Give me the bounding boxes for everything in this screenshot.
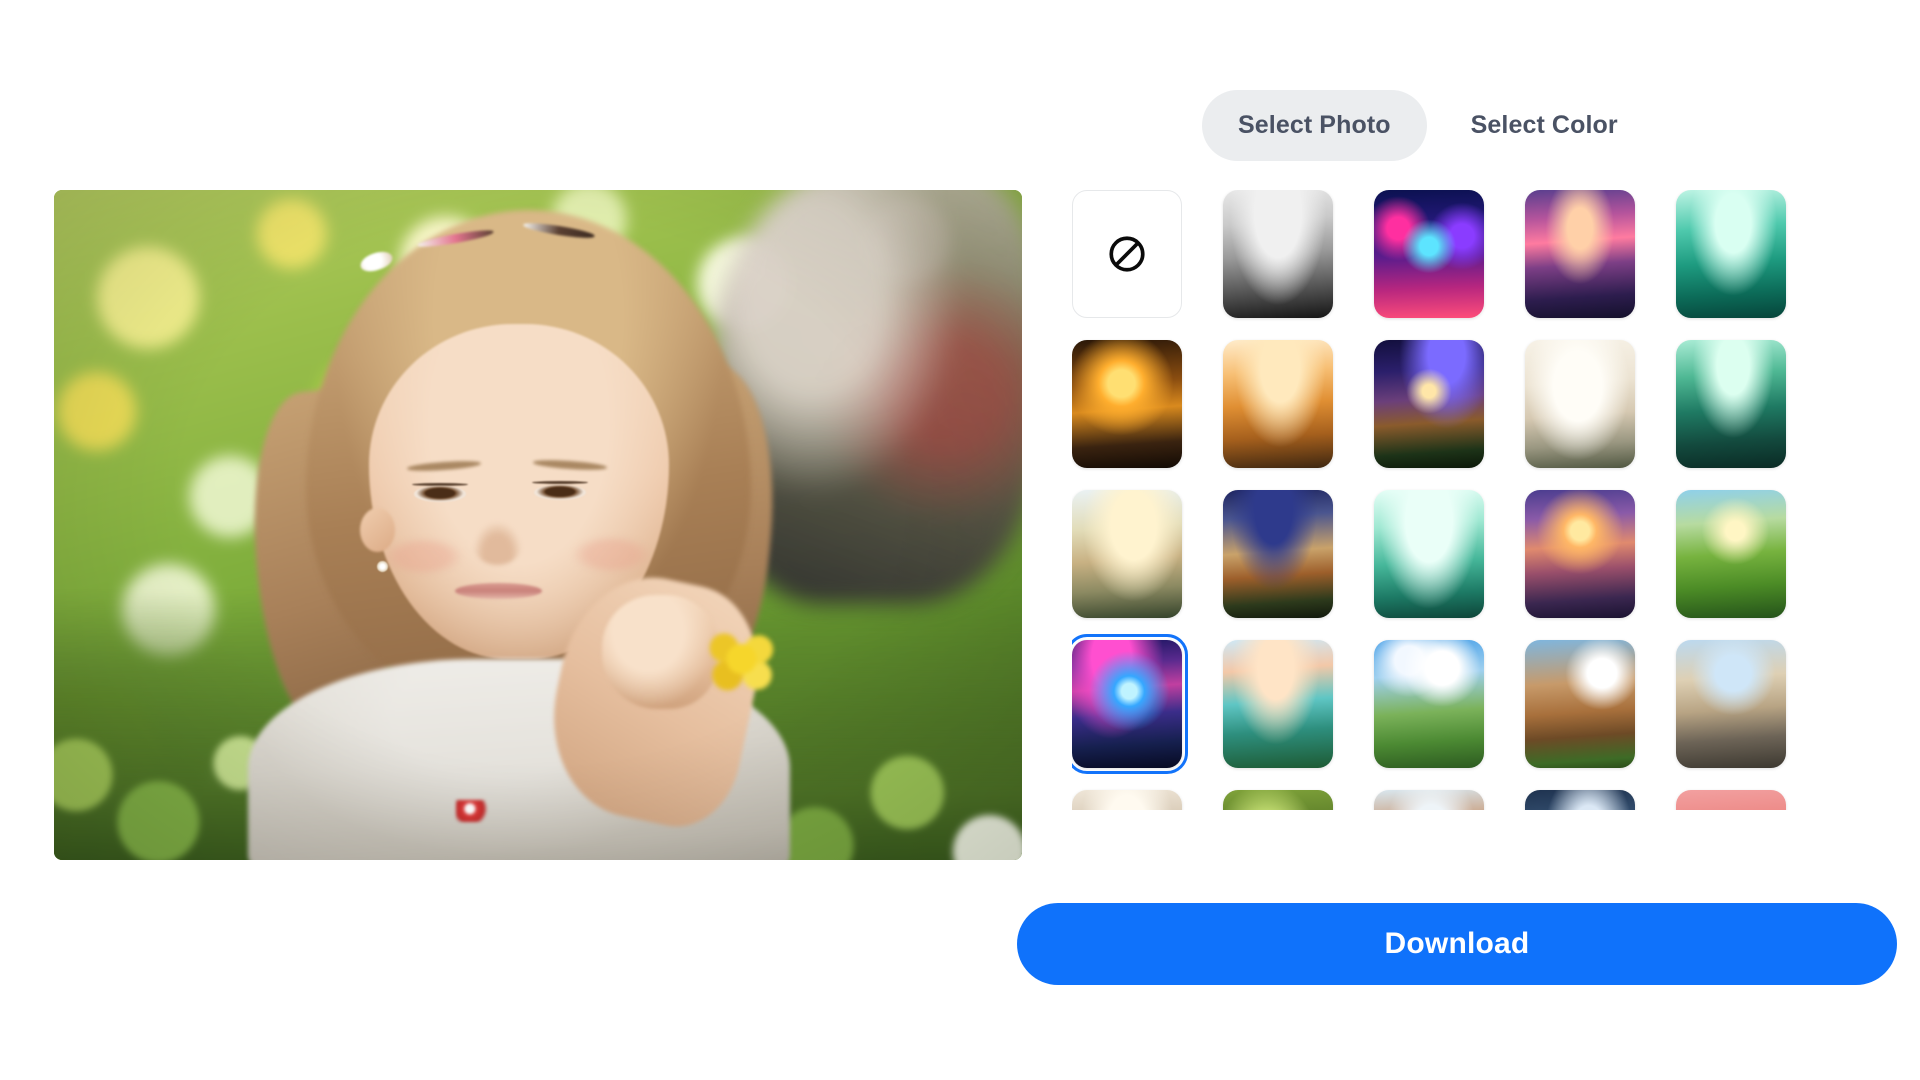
thumbnail-t12[interactable] — [1374, 490, 1484, 618]
download-row: Download — [1017, 903, 1897, 985]
thumbnail-grid — [1072, 190, 1820, 810]
thumbnail-t24[interactable] — [1676, 790, 1786, 810]
thumbnail-t11[interactable] — [1223, 490, 1333, 618]
thumbnail-t19[interactable] — [1676, 640, 1786, 768]
nose — [473, 521, 522, 565]
yellow-flower — [697, 618, 785, 700]
picker-tabs: Select Photo Select Color — [1072, 89, 1820, 161]
eye-left — [414, 486, 467, 502]
thumbnail-t07[interactable] — [1374, 340, 1484, 468]
no-entry-icon — [1109, 236, 1145, 272]
thumbnail-t02[interactable] — [1374, 190, 1484, 318]
thumbnail-t03[interactable] — [1525, 190, 1635, 318]
thumbnail-t14[interactable] — [1676, 490, 1786, 618]
background-picker-panel: Select Photo Select Color — [1072, 89, 1820, 1010]
thumbnail-t06[interactable] — [1223, 340, 1333, 468]
thumbnail-t13[interactable] — [1525, 490, 1635, 618]
thumbnail-t18[interactable] — [1525, 640, 1635, 768]
thumbnail-scroll-area[interactable] — [1072, 190, 1820, 810]
tab-select-photo[interactable]: Select Photo — [1202, 89, 1427, 161]
thumbnail-t04[interactable] — [1676, 190, 1786, 318]
thumbnail-t16[interactable] — [1223, 640, 1333, 768]
thumbnail-t23[interactable] — [1525, 790, 1635, 810]
tab-select-color[interactable]: Select Color — [1435, 90, 1654, 161]
thumbnail-t10[interactable] — [1072, 490, 1182, 618]
thumbnail-none[interactable] — [1072, 190, 1182, 318]
thumbnail-t01[interactable] — [1223, 190, 1333, 318]
preview-photo[interactable] — [54, 190, 1022, 860]
photo-preview-pane — [54, 190, 1022, 860]
red-accent — [455, 799, 489, 823]
child-subject — [54, 190, 1022, 860]
thumbnail-t15[interactable] — [1072, 634, 1188, 774]
cheek-right — [572, 535, 651, 573]
thumbnail-t08[interactable] — [1525, 340, 1635, 468]
mouth — [454, 582, 542, 599]
ear — [359, 508, 395, 553]
thumbnail-t05[interactable] — [1072, 340, 1182, 468]
download-button[interactable]: Download — [1017, 903, 1897, 985]
background-selector-app: Select Photo Select Color Download — [0, 0, 1920, 1080]
thumbnail-t21[interactable] — [1223, 790, 1333, 810]
thumbnail-t17[interactable] — [1374, 640, 1484, 768]
thumbnail-t20[interactable] — [1072, 790, 1182, 810]
thumbnail-t22[interactable] — [1374, 790, 1484, 810]
thumbnail-t09[interactable] — [1676, 340, 1786, 468]
